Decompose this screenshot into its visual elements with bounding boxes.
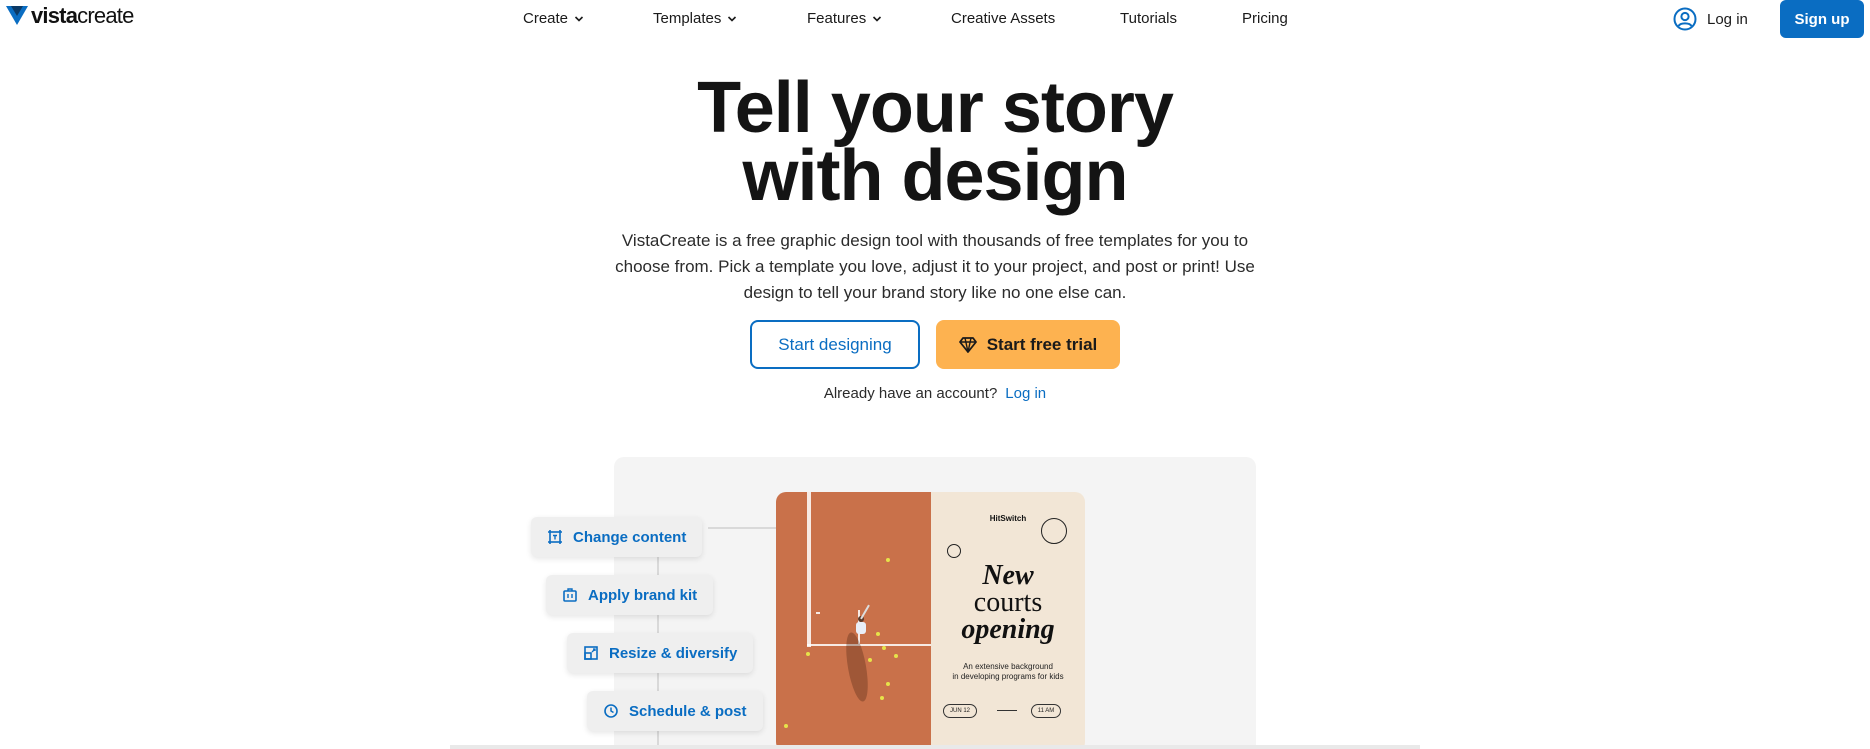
feature-chip-label: Apply brand kit xyxy=(588,586,698,604)
login-link[interactable]: Log in xyxy=(1673,7,1748,31)
feature-chip-change-content[interactable]: Change content xyxy=(531,517,703,557)
poster-subtitle-line-1: An extensive background xyxy=(963,662,1053,671)
feature-chip-label: Schedule & post xyxy=(629,702,747,720)
poster-title: New courts opening xyxy=(931,562,1085,645)
resize-icon xyxy=(584,646,598,660)
feature-chip-resize-diversify[interactable]: Resize & diversify xyxy=(567,633,754,673)
logo-wordmark: vistacreate xyxy=(31,3,134,28)
nav-item-label: Create xyxy=(523,10,569,27)
start-free-trial-button[interactable]: Start free trial xyxy=(936,320,1120,369)
feature-connector-line xyxy=(708,527,776,529)
headline-line-2: with design xyxy=(742,136,1129,216)
tennis-court-photo xyxy=(776,492,931,749)
nav-item-creative-assets[interactable]: Creative Assets xyxy=(951,10,1055,27)
vistacreate-logo[interactable]: vistacreate xyxy=(6,5,134,27)
briefcase-icon xyxy=(563,588,577,602)
feature-chip-schedule-post[interactable]: Schedule & post xyxy=(587,691,763,731)
crop-icon xyxy=(548,530,562,544)
template-preview-card: HitSwitch New courts opening An extensiv… xyxy=(776,492,1085,749)
hero-headline: Tell your story with design xyxy=(0,72,1870,212)
start-designing-button[interactable]: Start designing xyxy=(750,320,920,369)
top-navigation: vistacreate Create Templates Features Cr… xyxy=(0,0,1870,38)
nav-item-tutorials[interactable]: Tutorials xyxy=(1120,10,1177,27)
poster-subtitle-line-2: in developing programs for kids xyxy=(952,672,1064,681)
signup-button[interactable]: Sign up xyxy=(1780,0,1864,38)
nav-item-label: Creative Assets xyxy=(951,10,1056,27)
nav-item-create[interactable]: Create xyxy=(523,10,584,27)
nav-item-pricing[interactable]: Pricing xyxy=(1242,10,1288,27)
feature-chip-label: Resize & diversify xyxy=(609,644,738,662)
poster-date: JUN 12 xyxy=(943,704,977,718)
vistacreate-logo-icon xyxy=(6,6,28,25)
poster-panel: HitSwitch New courts opening An extensiv… xyxy=(931,492,1085,749)
section-divider xyxy=(450,745,1420,749)
diamond-icon xyxy=(958,336,977,353)
user-icon xyxy=(1673,7,1697,31)
nav-item-label: Features xyxy=(807,10,867,27)
chevron-down-icon xyxy=(574,15,584,22)
nav-item-label: Tutorials xyxy=(1120,10,1177,27)
poster-subtitle: An extensive background in developing pr… xyxy=(931,662,1085,682)
chevron-down-icon xyxy=(728,15,737,22)
clock-icon xyxy=(604,704,618,718)
nav-item-label: Pricing xyxy=(1242,10,1288,27)
nav-item-templates[interactable]: Templates xyxy=(653,10,737,27)
poster-arrow xyxy=(997,710,1017,711)
account-prompt: Already have an account? Log in xyxy=(0,385,1870,402)
poster-title-line-3: opening xyxy=(961,614,1055,645)
login-label: Log in xyxy=(1707,10,1748,28)
trial-label: Start free trial xyxy=(986,334,1098,354)
nav-item-label: Templates xyxy=(653,10,722,27)
hero-subtitle: VistaCreate is a free graphic design too… xyxy=(615,231,1255,302)
poster-time: 11 AM xyxy=(1031,704,1061,718)
account-login-link[interactable]: Log in xyxy=(1005,385,1046,402)
chevron-down-icon xyxy=(873,15,882,22)
account-prompt-text: Already have an account? xyxy=(823,385,998,402)
feature-chip-label: Change content xyxy=(573,528,687,546)
nav-item-features[interactable]: Features xyxy=(807,10,882,27)
feature-chip-apply-brand-kit[interactable]: Apply brand kit xyxy=(546,575,714,615)
